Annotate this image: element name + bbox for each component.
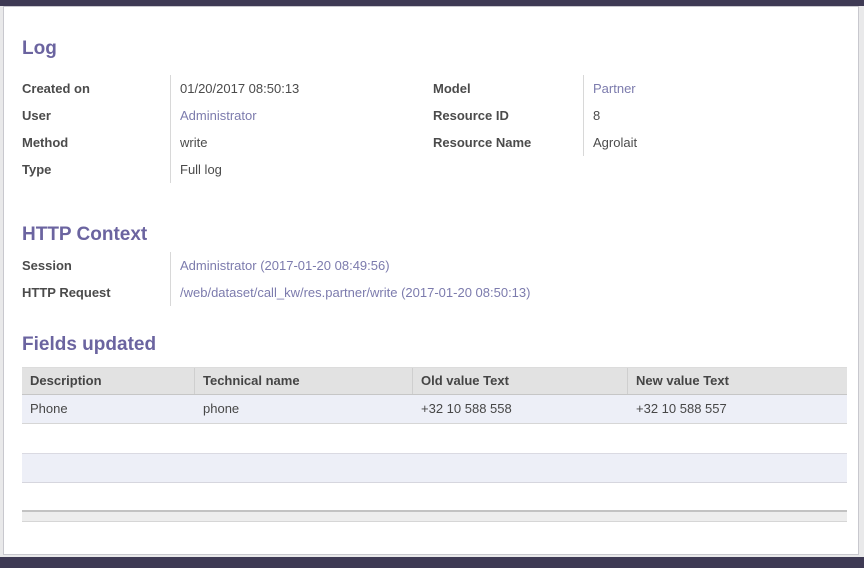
http-request-link[interactable]: /web/dataset/call_kw/res.partner/write (… xyxy=(180,285,530,300)
fields-updated-table: Description Technical name Old value Tex… xyxy=(22,367,847,424)
field-row-model: Model Partner xyxy=(433,75,845,102)
field-row-method: Method write xyxy=(22,129,422,156)
table-row[interactable]: Phone phone +32 10 588 558 +32 10 588 55… xyxy=(22,395,847,424)
table-header-row: Description Technical name Old value Tex… xyxy=(22,368,847,395)
resize-grip-bar xyxy=(22,510,847,522)
fields-updated-section-title: Fields updated xyxy=(22,334,156,356)
created-on-label: Created on xyxy=(22,75,170,102)
log-fields-left: Created on 01/20/2017 08:50:13 User Admi… xyxy=(22,75,422,183)
field-row-http-request: HTTP Request /web/dataset/call_kw/res.pa… xyxy=(22,279,682,306)
column-header-new-value-text[interactable]: New value Text xyxy=(628,368,847,394)
resource-id-label: Resource ID xyxy=(433,102,583,129)
cell-technical-name: phone xyxy=(195,395,413,423)
user-label: User xyxy=(22,102,170,129)
http-request-label: HTTP Request xyxy=(22,279,170,306)
column-header-description[interactable]: Description xyxy=(22,368,195,394)
created-on-value: 01/20/2017 08:50:13 xyxy=(170,75,422,102)
type-value: Full log xyxy=(170,156,422,183)
http-context-fields: Session Administrator (2017-01-20 08:49:… xyxy=(22,252,682,306)
column-header-old-value-text[interactable]: Old value Text xyxy=(413,368,628,394)
session-link[interactable]: Administrator (2017-01-20 08:49:56) xyxy=(180,258,390,273)
session-label: Session xyxy=(22,252,170,279)
resource-id-value: 8 xyxy=(583,102,845,129)
field-row-created-on: Created on 01/20/2017 08:50:13 xyxy=(22,75,422,102)
window-bottom-accent-bar xyxy=(0,557,864,568)
http-context-section-title: HTTP Context xyxy=(22,224,147,246)
resource-name-value: Agrolait xyxy=(583,129,845,156)
model-label: Model xyxy=(433,75,583,102)
column-header-technical-name[interactable]: Technical name xyxy=(195,368,413,394)
user-link[interactable]: Administrator xyxy=(180,108,257,123)
empty-list-placeholder xyxy=(22,453,847,483)
log-fields-right: Model Partner Resource ID 8 Resource Nam… xyxy=(433,75,845,156)
cell-old-value: +32 10 588 558 xyxy=(413,395,628,423)
cell-new-value: +32 10 588 557 xyxy=(628,395,847,423)
field-row-resource-name: Resource Name Agrolait xyxy=(433,129,845,156)
field-row-user: User Administrator xyxy=(22,102,422,129)
field-row-session: Session Administrator (2017-01-20 08:49:… xyxy=(22,252,682,279)
method-label: Method xyxy=(22,129,170,156)
field-row-type: Type Full log xyxy=(22,156,422,183)
resource-name-label: Resource Name xyxy=(433,129,583,156)
log-section-title: Log xyxy=(22,38,57,60)
cell-description: Phone xyxy=(22,395,195,423)
type-label: Type xyxy=(22,156,170,183)
model-link[interactable]: Partner xyxy=(593,81,636,96)
method-value: write xyxy=(170,129,422,156)
field-row-resource-id: Resource ID 8 xyxy=(433,102,845,129)
